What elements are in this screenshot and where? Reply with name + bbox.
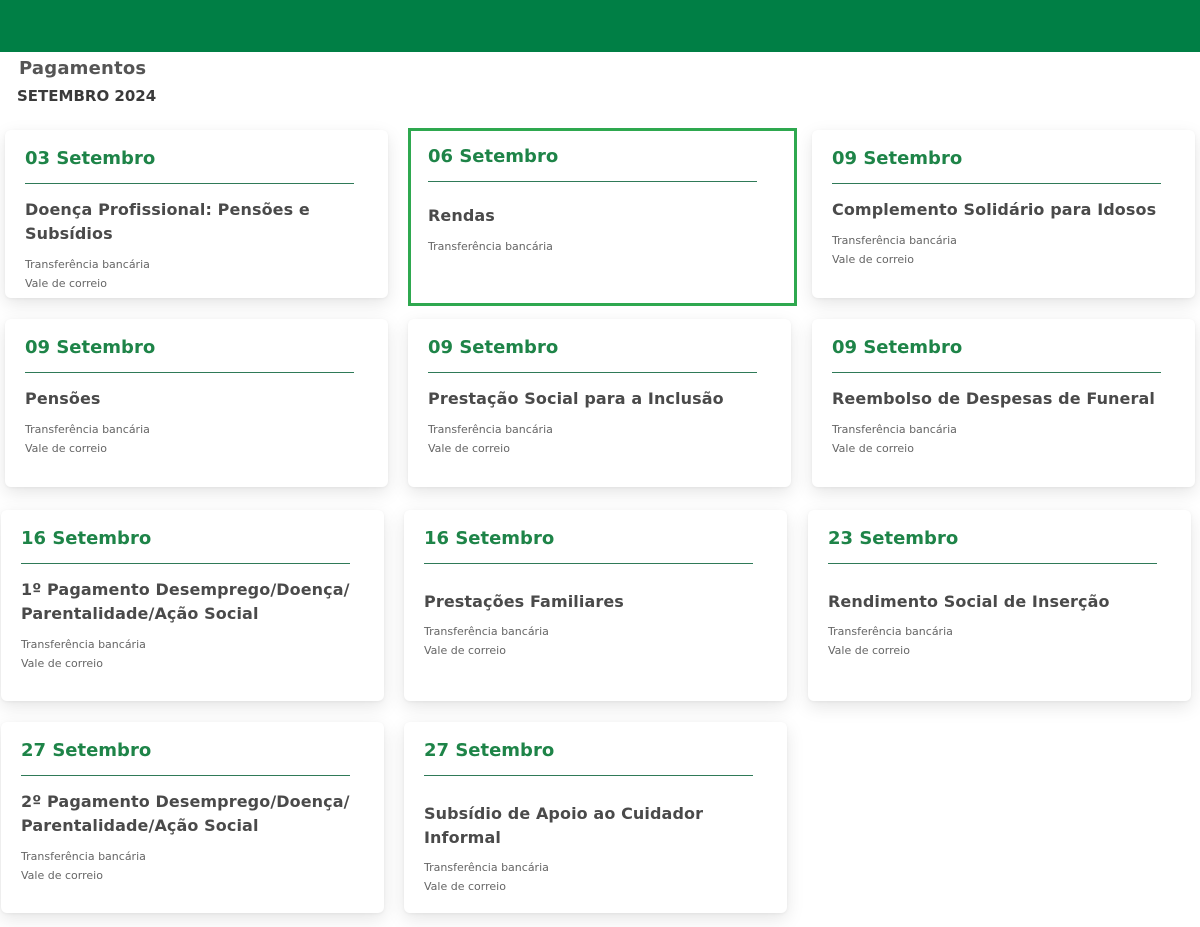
payment-method: Vale de correio <box>25 442 107 455</box>
card-divider <box>21 775 350 776</box>
payment-method: Transferência bancária <box>428 240 553 253</box>
payment-card[interactable]: 23 Setembro Rendimento Social de Inserçã… <box>808 510 1191 701</box>
payment-card[interactable]: 16 Setembro 1º Pagamento Desemprego/Doen… <box>1 510 384 701</box>
payment-methods: Transferência bancária Vale de correio <box>21 847 364 885</box>
top-bar <box>0 0 1200 52</box>
payment-methods: Transferência bancária Vale de correio <box>424 622 767 660</box>
card-title: Rendimento Social de Inserção <box>828 592 1110 611</box>
card-date: 27 Setembro <box>424 740 555 761</box>
card-date: 09 Setembro <box>428 337 559 358</box>
card-divider <box>828 563 1157 564</box>
payment-method: Transferência bancária <box>25 423 150 436</box>
card-date: 16 Setembro <box>424 528 555 549</box>
card-date: 03 Setembro <box>25 148 156 169</box>
payment-card[interactable]: 09 Setembro Prestação Social para a Incl… <box>408 319 791 487</box>
payment-methods: Transferência bancária Vale de correio <box>25 420 368 458</box>
card-title: Rendas <box>428 206 495 225</box>
card-divider <box>832 372 1161 373</box>
card-divider <box>25 183 354 184</box>
payment-methods: Transferência bancária Vale de correio <box>428 420 771 458</box>
card-title: Prestação Social para a Inclusão <box>428 389 724 408</box>
payment-method: Transferência bancária <box>25 258 150 271</box>
payment-card[interactable]: 09 Setembro Complemento Solidário para I… <box>812 130 1195 298</box>
payment-methods: Transferência bancária Vale de correio <box>21 635 364 673</box>
card-title: Reembolso de Despesas de Funeral <box>832 389 1155 408</box>
payment-method: Vale de correio <box>21 869 103 882</box>
card-divider <box>21 563 350 564</box>
card-title: Prestações Familiares <box>424 592 624 611</box>
payment-methods: Transferência bancária Vale de correio <box>424 858 767 896</box>
card-date: 27 Setembro <box>21 740 152 761</box>
card-divider <box>424 563 753 564</box>
card-title: 2º Pagamento Desemprego/Doença/ Parental… <box>21 792 350 835</box>
payment-card-selected[interactable]: 06 Setembro Rendas Transferência bancári… <box>408 128 797 306</box>
payment-card[interactable]: 09 Setembro Reembolso de Despesas de Fun… <box>812 319 1195 487</box>
card-divider <box>428 181 757 182</box>
payment-methods: Transferência bancária Vale de correio <box>828 622 1171 660</box>
payment-method: Transferência bancária <box>424 625 549 638</box>
card-title: Pensões <box>25 389 101 408</box>
card-title: Doença Profissional: Pensões e Subsídios <box>25 200 310 243</box>
card-title: Subsídio de Apoio ao Cuidador Informal <box>424 804 704 847</box>
payment-method: Transferência bancária <box>832 423 957 436</box>
payment-method: Vale de correio <box>21 657 103 670</box>
card-divider <box>832 183 1161 184</box>
card-title: Complemento Solidário para Idosos <box>832 200 1157 219</box>
payment-card[interactable]: 03 Setembro Doença Profissional: Pensões… <box>5 130 388 298</box>
card-divider <box>428 372 757 373</box>
card-date: 09 Setembro <box>25 337 156 358</box>
payment-methods: Transferência bancária Vale de correio <box>832 231 1175 269</box>
page-subtitle: SETEMBRO 2024 <box>17 87 157 105</box>
payment-method: Vale de correio <box>828 644 910 657</box>
payment-methods: Transferência bancária Vale de correio <box>25 255 368 293</box>
payment-method: Transferência bancária <box>21 638 146 651</box>
payment-card[interactable]: 09 Setembro Pensões Transferência bancár… <box>5 319 388 487</box>
payment-method: Vale de correio <box>25 277 107 290</box>
card-date: 23 Setembro <box>828 528 959 549</box>
payment-card[interactable]: 27 Setembro 2º Pagamento Desemprego/Doen… <box>1 722 384 913</box>
page-title: Pagamentos <box>19 58 147 79</box>
payment-method: Vale de correio <box>424 880 506 893</box>
payment-card[interactable]: 16 Setembro Prestações Familiares Transf… <box>404 510 787 701</box>
card-date: 16 Setembro <box>21 528 152 549</box>
payment-method: Transferência bancária <box>828 625 953 638</box>
payment-method: Transferência bancária <box>832 234 957 247</box>
card-date: 06 Setembro <box>428 146 559 167</box>
payment-method: Vale de correio <box>424 644 506 657</box>
payment-method: Vale de correio <box>832 253 914 266</box>
payment-method: Vale de correio <box>428 442 510 455</box>
payment-method: Transferência bancária <box>428 423 553 436</box>
card-date: 09 Setembro <box>832 337 963 358</box>
payment-methods: Transferência bancária <box>428 237 777 256</box>
payment-methods: Transferência bancária Vale de correio <box>832 420 1175 458</box>
payment-method: Transferência bancária <box>21 850 146 863</box>
payment-method: Vale de correio <box>832 442 914 455</box>
payment-card[interactable]: 27 Setembro Subsídio de Apoio ao Cuidado… <box>404 722 787 913</box>
card-divider <box>424 775 753 776</box>
card-title: 1º Pagamento Desemprego/Doença/ Parental… <box>21 580 350 623</box>
card-divider <box>25 372 354 373</box>
payment-method: Transferência bancária <box>424 861 549 874</box>
card-date: 09 Setembro <box>832 148 963 169</box>
